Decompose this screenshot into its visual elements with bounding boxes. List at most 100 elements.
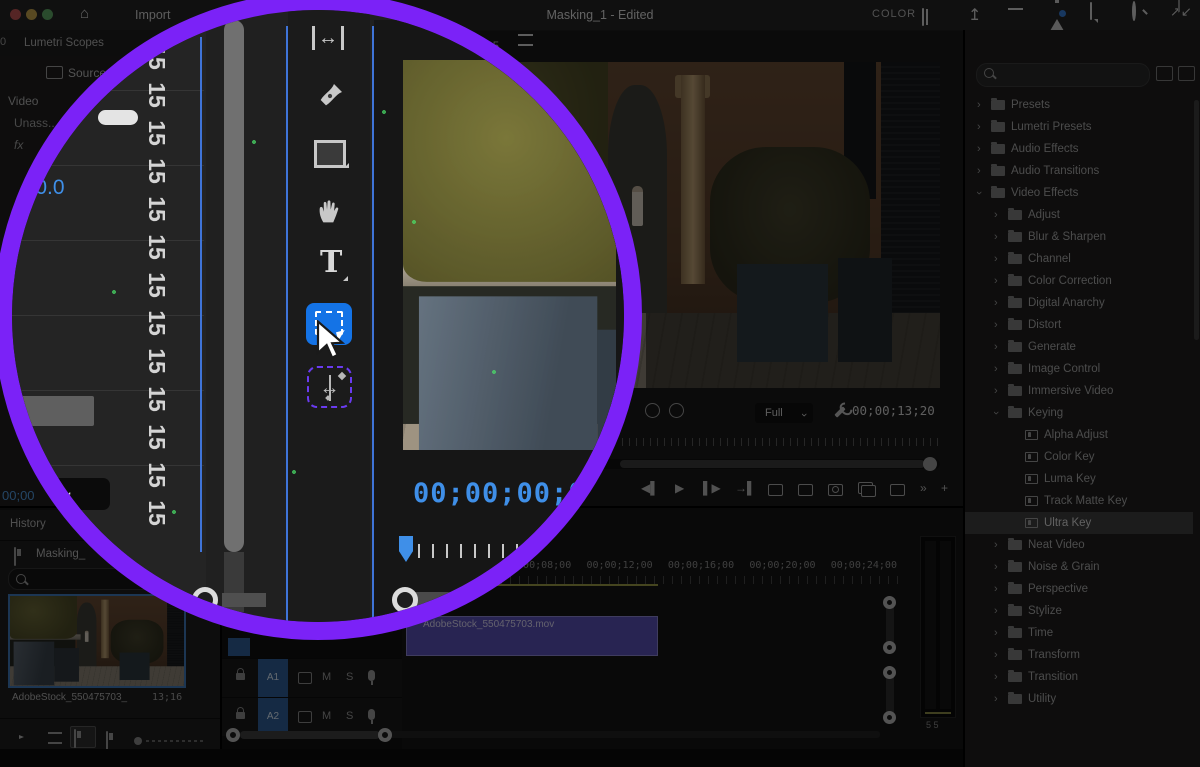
- chevron-icon[interactable]: [994, 605, 1002, 617]
- comparison-view-icon[interactable]: [858, 481, 873, 499]
- effects-scrollbar[interactable]: [1194, 100, 1199, 340]
- chevron-icon[interactable]: [994, 407, 1002, 419]
- chevron-icon[interactable]: [994, 671, 1002, 683]
- beta-flask-icon[interactable]: [1050, 3, 1064, 19]
- effects-tree-item[interactable]: Color Correction: [965, 270, 1193, 292]
- chevron-icon[interactable]: [1011, 429, 1019, 441]
- chevron-icon[interactable]: [1011, 473, 1019, 485]
- chevron-icon[interactable]: [1011, 495, 1019, 507]
- chevron-icon[interactable]: [977, 187, 985, 199]
- position-value[interactable]: 540.0: [12, 176, 65, 200]
- pen-tool-icon[interactable]: [314, 80, 346, 112]
- play-button[interactable]: ▶: [675, 481, 684, 495]
- zoom-handle-right[interactable]: [378, 728, 392, 742]
- effects-tree-item[interactable]: Transition: [965, 666, 1193, 688]
- voiceover-record-icon[interactable]: [368, 709, 375, 720]
- reset-parameter-icon[interactable]: 15: [144, 348, 170, 374]
- button-editor-plus[interactable]: +: [941, 481, 948, 495]
- chevron-icon[interactable]: [994, 363, 1002, 375]
- track-source-badge[interactable]: A1: [258, 659, 288, 697]
- reset-parameter-icon[interactable]: 15: [144, 196, 170, 222]
- magnified-scrollbar[interactable]: [414, 592, 624, 607]
- reset-parameter-icon[interactable]: 15: [144, 500, 170, 526]
- monitor-mini-ruler[interactable]: [622, 438, 940, 446]
- fullscreen-icon[interactable]: ↗↙: [1170, 4, 1192, 20]
- effects-tree-item[interactable]: Audio Effects: [965, 138, 1193, 160]
- chevron-icon[interactable]: [994, 561, 1002, 573]
- timeline-zoom-scrollbar[interactable]: [240, 731, 380, 739]
- transform-ai-tool[interactable]: ↔: [307, 366, 352, 408]
- chevron-icon[interactable]: [977, 99, 985, 111]
- step-forward-button[interactable]: ▌▶: [703, 481, 721, 495]
- effects-tree-item[interactable]: Blur & Sharpen: [965, 226, 1193, 248]
- magnified-playhead-timecode[interactable]: 00;00;00;00: [413, 478, 603, 509]
- chevron-icon[interactable]: [977, 165, 985, 177]
- thumbnail-zoom-slider[interactable]: [146, 740, 204, 742]
- zoom-handle-left[interactable]: [226, 728, 240, 742]
- chevron-icon[interactable]: [994, 231, 1002, 243]
- zoom-handle-magnified-left[interactable]: [192, 587, 218, 613]
- reset-parameter-icon[interactable]: 15: [144, 234, 170, 260]
- chevron-icon[interactable]: [994, 253, 1002, 265]
- search-icon[interactable]: [1132, 3, 1136, 19]
- effects-tree-item[interactable]: Transform: [965, 644, 1193, 666]
- video-track-target-badge[interactable]: [228, 638, 250, 656]
- hand-tool-icon[interactable]: [312, 194, 346, 228]
- reset-parameter-icon[interactable]: 15: [144, 386, 170, 412]
- lift-icon[interactable]: [768, 483, 783, 501]
- solo-button[interactable]: S: [346, 710, 353, 722]
- step-back-button[interactable]: ◀▌: [641, 481, 659, 495]
- reset-parameter-icon[interactable]: 15: [144, 44, 170, 70]
- reset-parameter-icon[interactable]: 15: [144, 424, 170, 450]
- chevron-icon[interactable]: [994, 319, 1002, 331]
- rectangle-tool-icon[interactable]: [314, 140, 346, 168]
- feedback-icon[interactable]: [1090, 3, 1092, 19]
- multicam-icon[interactable]: [890, 483, 905, 501]
- reset-parameter-icon[interactable]: 15: [144, 120, 170, 146]
- timeline-clip[interactable]: AdobeStock_550475703.mov: [406, 616, 658, 656]
- export-frame-icon[interactable]: [828, 483, 843, 501]
- solo-button[interactable]: S: [346, 671, 353, 683]
- effect-controls-scrollbar[interactable]: [224, 20, 244, 552]
- chevron-icon[interactable]: [994, 539, 1002, 551]
- reset-parameter-icon[interactable]: 15: [144, 158, 170, 184]
- more-buttons-chevron[interactable]: »: [920, 481, 927, 495]
- effects-tree-item[interactable]: Neat Video: [965, 534, 1193, 556]
- effects-tree-item[interactable]: Distort: [965, 314, 1193, 336]
- workspaces-icon[interactable]: [922, 9, 924, 25]
- magnified-ruler-ticks[interactable]: [418, 544, 618, 558]
- chevron-icon[interactable]: [994, 297, 1002, 309]
- chevron-icon[interactable]: [994, 627, 1002, 639]
- effects-tree-item[interactable]: Utility: [965, 688, 1193, 710]
- sync-lock-icon[interactable]: [298, 711, 312, 723]
- effects-tree-item[interactable]: Video Effects: [965, 182, 1193, 204]
- effects-tree-item[interactable]: Perspective: [965, 578, 1193, 600]
- effects-tree-item[interactable]: Digital Anarchy: [965, 292, 1193, 314]
- effects-tree-item[interactable]: Alpha Adjust: [965, 424, 1193, 446]
- effects-tree-item[interactable]: Track Matte Key: [965, 490, 1193, 512]
- accelerated-effects-icon[interactable]: [1156, 66, 1173, 81]
- effects-tree-item[interactable]: Adjust: [965, 204, 1193, 226]
- mute-button[interactable]: M: [322, 710, 331, 722]
- share-icon[interactable]: ↥: [968, 5, 981, 25]
- effects-tree-item[interactable]: Color Key: [965, 446, 1193, 468]
- effects-tree-item[interactable]: Stylize: [965, 600, 1193, 622]
- reset-parameter-icon[interactable]: 15: [144, 462, 170, 488]
- chevron-icon[interactable]: [994, 583, 1002, 595]
- next-edit-button[interactable]: →▌: [735, 481, 756, 495]
- reset-parameter-icon[interactable]: 15: [144, 82, 170, 108]
- effects-tree-item[interactable]: Generate: [965, 336, 1193, 358]
- project-clip-name[interactable]: AdobeStock_550475703_: [12, 692, 147, 703]
- v-scroll-handle-bottom[interactable]: [883, 641, 896, 654]
- workspace-label[interactable]: COLOR: [872, 8, 916, 20]
- chevron-icon[interactable]: [1011, 451, 1019, 463]
- chevron-icon[interactable]: [994, 649, 1002, 661]
- sync-lock-icon[interactable]: [298, 672, 312, 684]
- ripple-edit-tool-icon[interactable]: ↔: [312, 26, 344, 50]
- effects-tree-item[interactable]: Channel: [965, 248, 1193, 270]
- effects-tree-item[interactable]: Lumetri Presets: [965, 116, 1193, 138]
- effects-tree-item[interactable]: Ultra Key: [965, 512, 1193, 534]
- audio-meters[interactable]: [920, 536, 956, 718]
- effects-tree-item[interactable]: Audio Transitions: [965, 160, 1193, 182]
- a-scroll-handle-top[interactable]: [883, 666, 896, 679]
